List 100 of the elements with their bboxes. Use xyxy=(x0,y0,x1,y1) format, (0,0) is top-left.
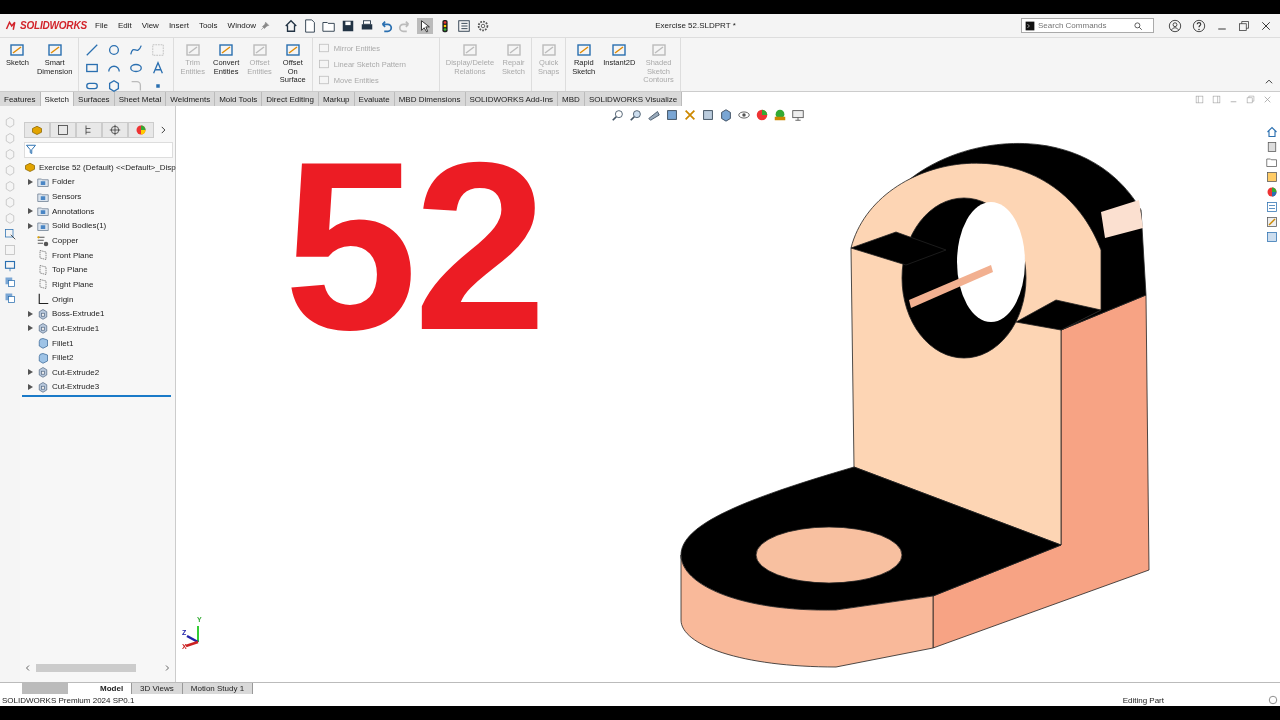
copy-icon[interactable] xyxy=(4,276,16,288)
select-tool[interactable] xyxy=(417,17,434,34)
text-icon[interactable] xyxy=(151,61,166,75)
zoom-to-fit-icon[interactable] xyxy=(611,108,625,122)
menu-item[interactable]: Window xyxy=(223,19,261,32)
menu-item[interactable]: View xyxy=(137,19,163,32)
expand-arrow-icon[interactable] xyxy=(27,383,33,390)
command-tab[interactable]: MBD Dimensions xyxy=(394,92,466,106)
command-icon[interactable] xyxy=(575,42,592,58)
tree-item[interactable]: Fillet2 xyxy=(52,353,74,363)
expand-arrow-icon[interactable] xyxy=(27,222,33,229)
tile-right-icon[interactable] xyxy=(1212,94,1221,104)
tree-item[interactable]: Solid Bodies(1) xyxy=(52,221,107,231)
undo-icon[interactable] xyxy=(379,18,394,33)
display-style-icon[interactable] xyxy=(719,108,733,122)
command-tab[interactable]: Features xyxy=(0,92,41,106)
command-tab[interactable]: Direct Editing xyxy=(262,92,319,106)
scroll-right-icon[interactable] xyxy=(163,664,171,672)
feature-manager-tab[interactable] xyxy=(24,122,50,138)
help-icon[interactable] xyxy=(1192,18,1206,33)
menu-item[interactable]: File xyxy=(91,19,112,32)
expand-arrow-icon[interactable] xyxy=(27,178,33,185)
tree-item[interactable]: Origin xyxy=(52,294,74,304)
search-box[interactable]: Search Commands xyxy=(1021,18,1154,33)
collapse-icon[interactable] xyxy=(1264,77,1274,87)
expand-arrow-icon[interactable] xyxy=(27,325,33,332)
line-icon[interactable] xyxy=(85,43,100,57)
rectangle-icon[interactable] xyxy=(85,61,100,75)
tree-item[interactable]: Sensors xyxy=(52,192,82,202)
scrollbar-thumb[interactable] xyxy=(36,664,136,672)
circle-icon[interactable] xyxy=(107,43,122,57)
pin-icon[interactable] xyxy=(260,20,271,31)
command-tab[interactable]: Sheet Metal xyxy=(114,92,167,106)
extrude-icon xyxy=(37,380,49,393)
command-tab[interactable]: SOLIDWORKS Visualize xyxy=(584,92,683,106)
tree-item[interactable]: Cut-Extrude1 xyxy=(52,323,100,333)
command-tab[interactable]: Sketch xyxy=(40,92,75,106)
expand-arrow-icon[interactable] xyxy=(27,208,33,215)
scroll-left-icon[interactable] xyxy=(24,664,32,672)
monitor-icon[interactable] xyxy=(4,260,16,272)
sketch-select-icon[interactable] xyxy=(4,228,16,240)
appearance-icon[interactable] xyxy=(1266,186,1278,198)
tree-item[interactable]: Copper xyxy=(52,236,79,245)
display-manager-tab[interactable] xyxy=(128,122,154,138)
print-icon[interactable] xyxy=(360,18,375,33)
document-tab[interactable]: 3D Views xyxy=(132,683,183,694)
zoom-area-icon[interactable] xyxy=(629,108,643,122)
tree-item[interactable]: Front Plane xyxy=(52,250,94,260)
properties-icon[interactable] xyxy=(1266,201,1278,213)
command-icon[interactable] xyxy=(611,42,628,58)
monitor-icon[interactable] xyxy=(791,108,805,122)
expand-arrow-icon[interactable] xyxy=(27,369,33,376)
spline-icon[interactable] xyxy=(129,43,144,57)
ellipse-icon[interactable] xyxy=(129,61,144,75)
command-tab[interactable]: MBD xyxy=(558,92,585,106)
tree-item[interactable]: Fillet1 xyxy=(52,338,74,348)
tree-item[interactable]: Annotations xyxy=(52,206,95,216)
home-icon[interactable] xyxy=(284,18,299,33)
tree-item[interactable]: Boss-Extrude1 xyxy=(52,309,105,319)
folder-icon[interactable] xyxy=(1266,156,1278,168)
menu-item[interactable]: Insert xyxy=(164,19,193,32)
save-icon[interactable] xyxy=(341,18,356,33)
new-document-icon[interactable] xyxy=(303,18,318,33)
user-icon[interactable] xyxy=(1168,18,1182,33)
search-field[interactable]: Search Commands xyxy=(1038,21,1130,30)
command-icon[interactable] xyxy=(218,42,235,58)
command-tab[interactable]: Weldments xyxy=(166,92,216,106)
tile-left-icon[interactable] xyxy=(1195,94,1204,104)
tree-item[interactable]: Cut-Extrude3 xyxy=(52,382,100,392)
menu-item[interactable]: Edit xyxy=(113,19,136,32)
menu-item[interactable]: Tools xyxy=(194,19,222,32)
command-icon[interactable] xyxy=(46,42,63,58)
copy-icon[interactable] xyxy=(4,292,16,304)
close-icon[interactable] xyxy=(1260,19,1272,32)
configuration-manager-tab[interactable] xyxy=(76,122,102,138)
tree-item[interactable]: Exercise 52 (Default) <<Default>_Disp xyxy=(39,162,176,172)
filter-field[interactable] xyxy=(24,142,173,158)
tree-item[interactable]: Folder xyxy=(52,177,75,187)
fillet-icon xyxy=(37,351,49,364)
property-manager-tab[interactable] xyxy=(50,122,76,138)
scene-icon[interactable] xyxy=(773,108,787,122)
command-tab[interactable]: Mold Tools xyxy=(215,92,263,106)
previous-view-icon[interactable] xyxy=(647,108,661,122)
command-tab[interactable]: Markup xyxy=(318,92,355,106)
expand-arrow-icon[interactable] xyxy=(27,310,33,317)
polygon-icon[interactable] xyxy=(107,79,122,93)
settings-icon[interactable] xyxy=(476,18,491,33)
command-icon[interactable] xyxy=(9,42,26,58)
home-icon[interactable] xyxy=(1266,126,1278,138)
appearance-icon[interactable] xyxy=(755,108,769,122)
command-tab[interactable]: Surfaces xyxy=(74,92,115,106)
command-tab[interactable]: SOLIDWORKS Add-Ins xyxy=(465,92,559,106)
tree-item[interactable]: Top Plane xyxy=(52,265,88,275)
tree-item[interactable]: Cut-Extrude2 xyxy=(52,367,100,377)
dimxpert-tab[interactable] xyxy=(102,122,128,138)
command-icon[interactable] xyxy=(284,42,301,58)
tree-item[interactable]: Right Plane xyxy=(52,279,94,289)
restore-icon[interactable] xyxy=(1238,19,1250,32)
eye-icon[interactable] xyxy=(737,108,751,122)
command-tab[interactable]: Evaluate xyxy=(354,92,395,106)
